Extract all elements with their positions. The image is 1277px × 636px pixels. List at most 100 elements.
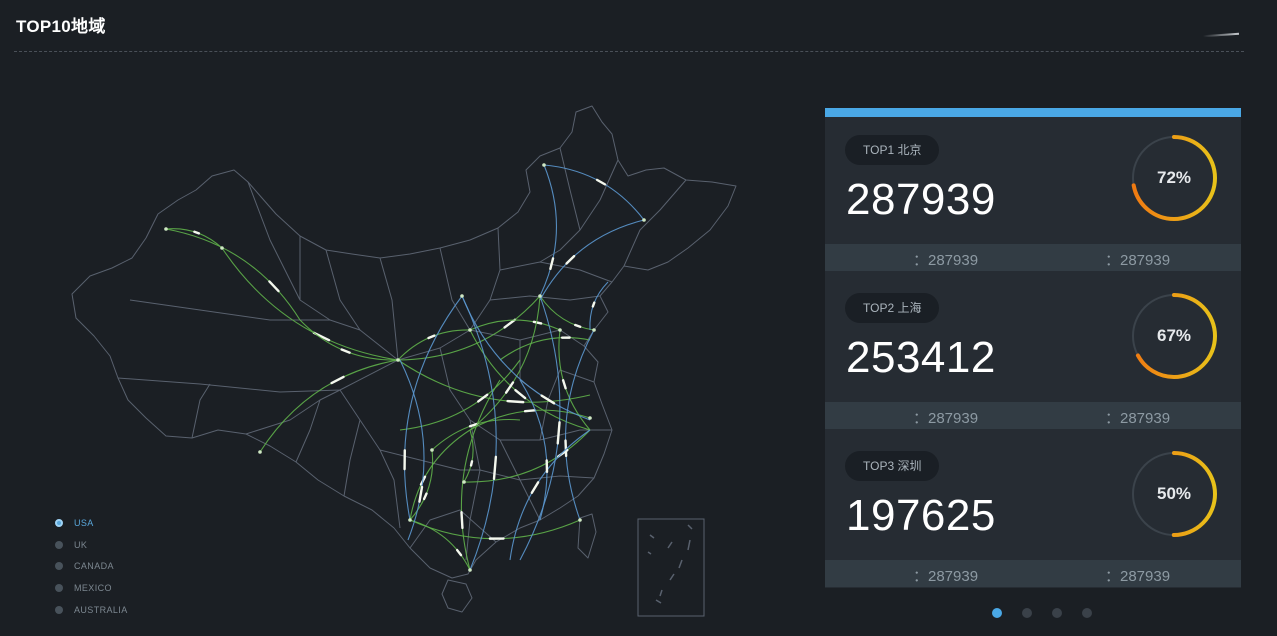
flow-trail [595, 178, 607, 186]
legend-item-usa[interactable]: USA [55, 512, 128, 534]
stats-strip-3: ：287939 ：287939 [825, 560, 1241, 587]
flow-arc [397, 329, 471, 361]
flow-trail [565, 254, 576, 265]
legend-dot [55, 518, 63, 527]
page-dot-4[interactable] [1082, 608, 1092, 618]
flow-arc [539, 164, 557, 297]
stat-right: ：287939 [1105, 568, 1171, 585]
map-outline [71, 105, 737, 613]
flow-node [468, 328, 472, 332]
flow-trail [514, 388, 527, 400]
legend-item-canada[interactable]: CANADA [55, 555, 128, 577]
page-dot-3[interactable] [1052, 608, 1062, 618]
flow-node [592, 328, 596, 332]
flow-arc [469, 329, 591, 431]
flow-trail [330, 375, 345, 385]
flow-trail [492, 455, 498, 481]
flow-arc [165, 228, 301, 321]
flow-trail [556, 421, 561, 445]
legend-dot [55, 540, 63, 549]
percent-label: 72% [1156, 168, 1192, 187]
flow-trail [427, 334, 436, 340]
legend-label: AUSTRALIA [74, 604, 128, 615]
inset-map [637, 518, 705, 617]
flow-trail [591, 301, 596, 308]
legend-label: MEXICO [74, 582, 112, 593]
legend-item-uk[interactable]: UK [55, 534, 128, 556]
flow-arc [221, 247, 399, 361]
flow-node [542, 163, 546, 167]
flow-node [396, 358, 400, 362]
flow-arc [409, 519, 581, 540]
flow-node [468, 568, 472, 572]
legend-dot [55, 562, 63, 571]
flow-node [558, 328, 562, 332]
stats-strip-2: ：287939 ：287939 [825, 402, 1241, 429]
page-dot-2[interactable] [1022, 608, 1032, 618]
flow-arc [259, 359, 399, 453]
flow-trail [268, 280, 280, 293]
flow-node [538, 294, 542, 298]
flow-trail [506, 399, 525, 404]
rank-badge: TOP1 北京 [845, 135, 940, 165]
rank-badge: TOP2 上海 [845, 293, 940, 323]
flow-arc [519, 379, 548, 521]
flow-node [588, 416, 592, 420]
stat-right: ：287939 [1105, 410, 1171, 427]
legend-item-australia[interactable]: AUSTRALIA [55, 599, 128, 621]
percent-ring: 67% [1129, 291, 1219, 381]
legend-dot [55, 583, 63, 592]
stat-left: ：287939 [913, 410, 979, 427]
flow-arc [564, 329, 595, 521]
flow-trail [561, 379, 567, 390]
flow-lines [164, 163, 646, 572]
flow-trail [422, 492, 428, 501]
legend: USA UK CANADA MEXICO AUSTRALIA [55, 512, 128, 620]
flow-arc [463, 429, 591, 483]
flow-trail [340, 348, 351, 354]
flow-node [642, 218, 646, 222]
flow-trail [455, 548, 463, 557]
flow-node [430, 448, 434, 452]
percent-label: 50% [1156, 484, 1192, 503]
legend-label: UK [74, 539, 88, 550]
pagination [992, 608, 1112, 618]
flow-node [164, 227, 168, 231]
flow-arc [403, 295, 463, 521]
flow-trail [574, 323, 582, 329]
rank-value: 197625 [846, 491, 996, 540]
legend-item-mexico[interactable]: MEXICO [55, 577, 128, 599]
page-dot-1[interactable] [992, 608, 1002, 618]
flow-node [460, 294, 464, 298]
flow-arc [397, 359, 591, 403]
percent-label: 67% [1156, 326, 1192, 345]
flow-trail [460, 510, 464, 530]
stat-left: ：287939 [913, 568, 979, 585]
legend-label: USA [74, 517, 94, 528]
flow-arc [539, 219, 645, 301]
flow-trail [530, 481, 540, 494]
stat-right: ：287939 [1105, 252, 1171, 269]
flow-arc [461, 295, 497, 571]
percent-ring: 50% [1129, 449, 1219, 539]
flow-trail [564, 439, 568, 458]
flow-arc [399, 359, 425, 541]
flow-node [462, 480, 466, 484]
flow-trail [193, 230, 201, 235]
percent-ring: 72% [1129, 133, 1219, 223]
panel-accent-bar [825, 108, 1241, 117]
flow-trail [532, 320, 543, 325]
flow-trail [418, 485, 424, 503]
stats-strip-1: ：287939 ：287939 [825, 244, 1241, 271]
flow-arc [469, 319, 561, 331]
stat-left: ：287939 [913, 252, 979, 269]
rank-value: 253412 [846, 333, 996, 382]
flow-node [258, 450, 262, 454]
rank-badge: TOP3 深圳 [845, 451, 940, 481]
flow-trail [549, 257, 555, 270]
flow-node [408, 518, 412, 522]
rank-value: 287939 [846, 175, 996, 224]
flow-arc [543, 164, 645, 221]
flow-node [220, 246, 224, 250]
flow-node [578, 518, 582, 522]
